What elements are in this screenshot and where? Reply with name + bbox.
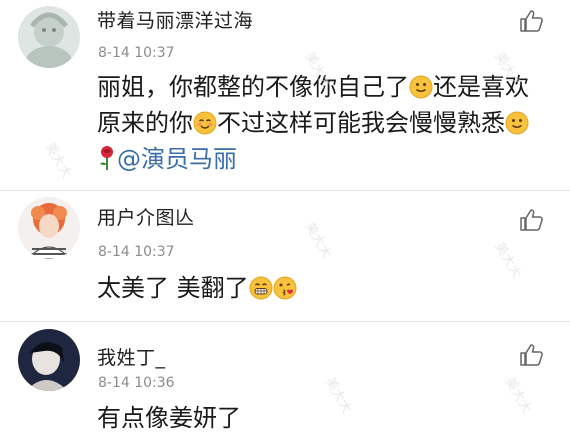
comment-text-part: 太美了 美翻了: [97, 274, 249, 302]
timestamp: 8-14 10:37: [98, 45, 175, 61]
comment-text: 有点像姜妍了: [97, 404, 241, 432]
avatar[interactable]: [18, 329, 80, 391]
kissing-heart-emoji-icon: [273, 276, 297, 300]
comment-text-part: 还是喜欢: [433, 73, 529, 101]
timestamp: 8-14 10:36: [98, 375, 175, 391]
comment-item: 用户介图亾 8-14 10:37 太美了 美翻了: [0, 191, 570, 321]
comment-item: 带着马丽漂洋过海 8-14 10:37 丽姐，你都整的不像你自己了 还是喜欢 原来…: [0, 0, 570, 190]
thumbs-up-icon[interactable]: [518, 8, 544, 34]
thumbs-up-icon[interactable]: [518, 207, 544, 233]
comment-text: 太美了 美翻了: [97, 272, 297, 304]
username[interactable]: 用户介图亾: [97, 203, 195, 230]
mention-link[interactable]: @演员马丽: [117, 145, 237, 173]
comment-text-part: 原来的你: [97, 109, 193, 137]
comment-text-part: 不过这样可能我会慢慢熟悉: [217, 109, 505, 137]
username[interactable]: 我姓丁_: [97, 343, 166, 370]
timestamp: 8-14 10:37: [98, 244, 175, 260]
username[interactable]: 带着马丽漂洋过海: [97, 6, 253, 33]
slightly-smiling-emoji-icon: [505, 111, 529, 135]
comment-text-line-2: 原来的你 不过这样可能我会慢慢熟悉: [97, 107, 529, 139]
smiling-blush-emoji-icon: [193, 111, 217, 135]
slightly-smiling-emoji-icon: [409, 75, 433, 99]
thumbs-up-icon[interactable]: [518, 342, 544, 368]
comment-text-line-1: 丽姐，你都整的不像你自己了 还是喜欢: [97, 71, 529, 103]
grinning-teeth-emoji-icon: [249, 276, 273, 300]
comment-text-part: 丽姐，你都整的不像你自己了: [97, 73, 409, 101]
comment-text-line-3: @演员马丽: [97, 143, 237, 175]
rose-icon: [97, 145, 117, 171]
avatar[interactable]: [18, 197, 80, 259]
comment-item: 我姓丁_ 8-14 10:36 有点像姜妍了: [0, 322, 570, 438]
avatar[interactable]: [18, 6, 80, 68]
